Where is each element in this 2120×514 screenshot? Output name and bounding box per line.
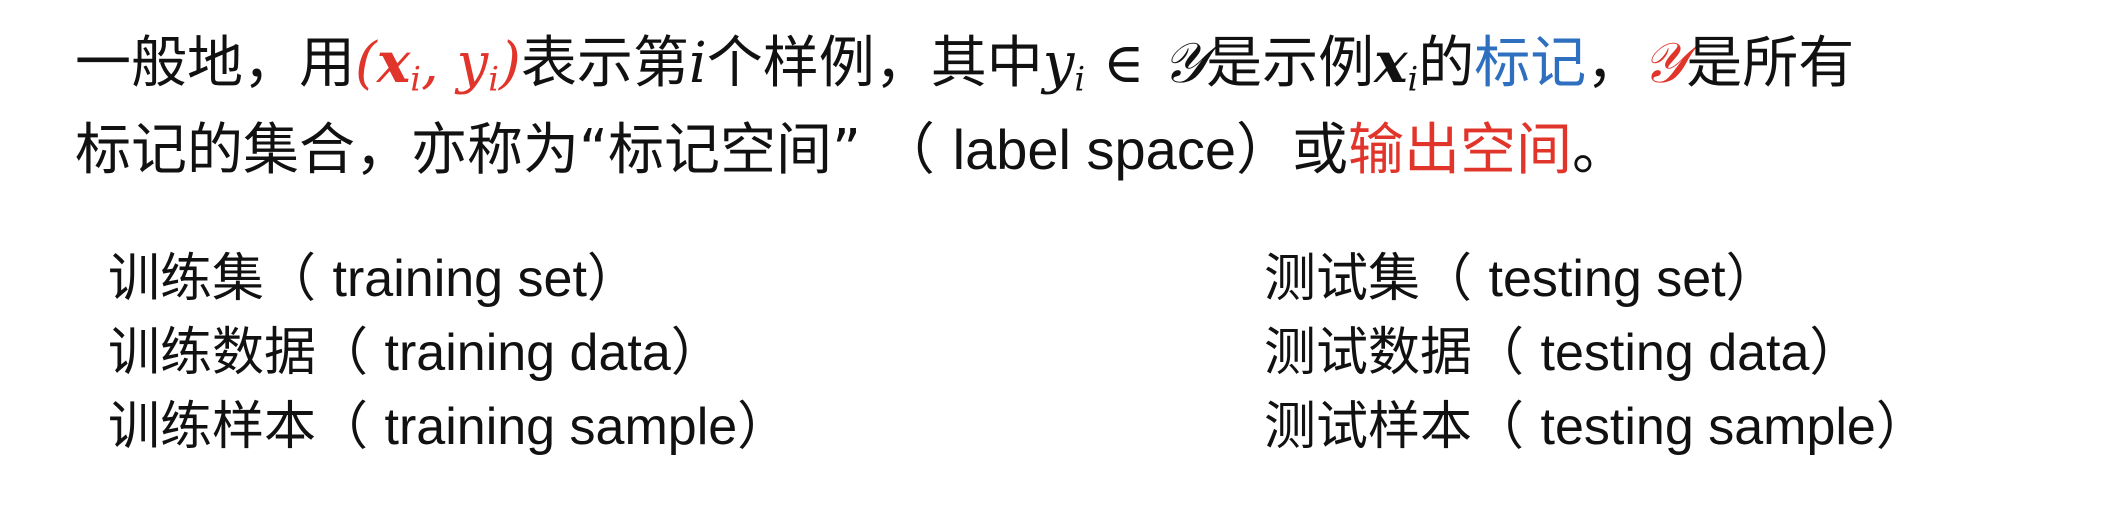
paren: （ bbox=[316, 397, 385, 457]
term-zh: 测试数据 bbox=[1264, 323, 1473, 383]
paren: （ bbox=[316, 323, 385, 383]
term-zh: 测试集 bbox=[1264, 249, 1421, 309]
comma: , bbox=[421, 31, 457, 96]
training-terms-list: 训练集（ training set） 训练数据（ training data） … bbox=[108, 242, 789, 464]
subscript: i bbox=[488, 59, 499, 99]
label-set-symbol: 𝒴 bbox=[1162, 31, 1207, 96]
text: 是所有 bbox=[1686, 31, 1855, 96]
paren: ) bbox=[499, 31, 521, 96]
paren: （ bbox=[264, 249, 333, 309]
text: 的 bbox=[1418, 31, 1475, 96]
list-item: 训练集（ training set） bbox=[108, 242, 789, 316]
text: 一般地，用 bbox=[75, 31, 355, 96]
definition-line-2: 标记的集合，亦称为“标记空间” （ label space）或输出空间。 bbox=[75, 115, 2075, 186]
text: 是示例 bbox=[1206, 31, 1375, 96]
sample-pair-math: (xi, yi) bbox=[355, 30, 521, 99]
definition-line-1: 一般地，用(xi, yi)表示第i个样例，其中yi ∈ 𝒴是示例xi的标记，𝒴是… bbox=[75, 28, 2075, 114]
text: 个样例，其中 bbox=[706, 31, 1043, 96]
x-var: x bbox=[1374, 30, 1408, 96]
label-term: 标记 bbox=[1474, 31, 1587, 96]
term-en: training set bbox=[332, 250, 587, 308]
testing-terms-list: 测试集（ testing set） 测试数据（ testing data） 测试… bbox=[1264, 242, 1928, 464]
text: 表示第 bbox=[520, 31, 689, 96]
paren: ） bbox=[670, 323, 723, 383]
paren: ） bbox=[1875, 397, 1928, 457]
paren: ） bbox=[1725, 249, 1778, 309]
term-zh: 训练样本 bbox=[108, 397, 317, 457]
subscript: i bbox=[1407, 59, 1419, 99]
text: （ bbox=[878, 118, 953, 183]
subscript: i bbox=[410, 59, 421, 99]
text: ）或 bbox=[1235, 118, 1348, 183]
index-var: i bbox=[688, 31, 707, 96]
term-zh: 测试样本 bbox=[1264, 397, 1473, 457]
xi-math: xi bbox=[1374, 30, 1419, 99]
list-item: 测试集（ testing set） bbox=[1264, 242, 1928, 316]
term-en: testing sample bbox=[1540, 398, 1876, 456]
paren: ） bbox=[737, 397, 790, 457]
paren: （ bbox=[1472, 397, 1541, 457]
x-var: x bbox=[376, 30, 411, 96]
term-en: testing set bbox=[1488, 250, 1726, 308]
list-item: 训练数据（ training data） bbox=[108, 316, 789, 390]
text: 标记的集合，亦称为“标记空间” bbox=[75, 118, 862, 183]
label-space-en: label space bbox=[952, 118, 1236, 181]
text: ， bbox=[1586, 31, 1643, 96]
paren: ） bbox=[1809, 323, 1862, 383]
list-item: 测试样本（ testing sample） bbox=[1264, 390, 1928, 464]
paren: ( bbox=[355, 31, 377, 96]
element-of: ∈ bbox=[1085, 31, 1163, 96]
text: 。 bbox=[1571, 118, 1628, 183]
term-en: testing data bbox=[1540, 324, 1810, 382]
paren: （ bbox=[1420, 249, 1489, 309]
slide: 一般地，用(xi, yi)表示第i个样例，其中yi ∈ 𝒴是示例xi的标记，𝒴是… bbox=[0, 0, 2120, 514]
term-en: training sample bbox=[384, 398, 738, 456]
y-var: y bbox=[1042, 31, 1075, 96]
subscript: i bbox=[1074, 59, 1086, 99]
list-item: 测试数据（ testing data） bbox=[1264, 316, 1928, 390]
term-zh: 训练数据 bbox=[108, 323, 317, 383]
term-en: training data bbox=[384, 324, 671, 382]
yi-in-Y-math: yi ∈ 𝒴 bbox=[1042, 31, 1207, 99]
list-item: 训练样本（ training sample） bbox=[108, 390, 789, 464]
paren: （ bbox=[1472, 323, 1541, 383]
output-space-term: 输出空间 bbox=[1347, 118, 1572, 183]
y-var: y bbox=[456, 31, 489, 96]
paren: ） bbox=[586, 249, 639, 309]
label-set-symbol: 𝒴 bbox=[1642, 31, 1687, 96]
term-zh: 训练集 bbox=[108, 249, 265, 309]
